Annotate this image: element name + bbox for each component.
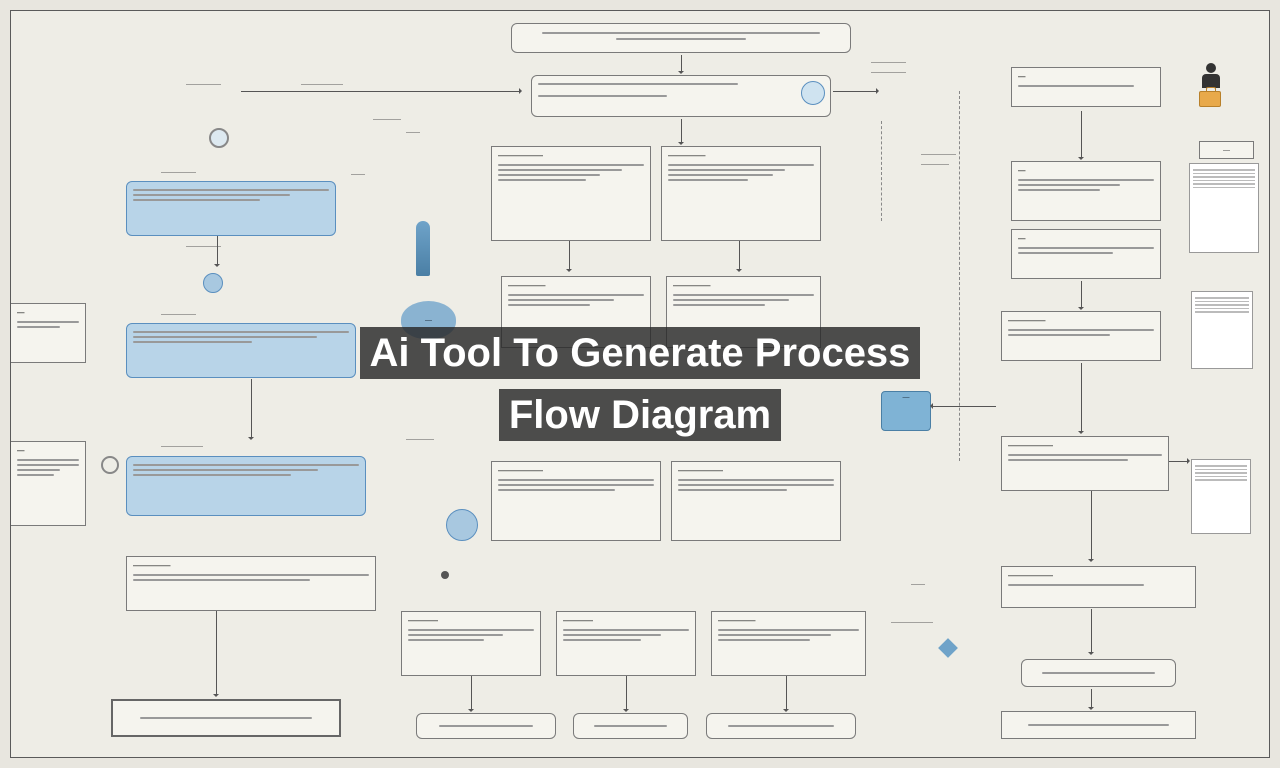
arrow-center-1 <box>569 241 570 271</box>
arrow-bottom-1 <box>471 676 472 711</box>
arrow-bottom-2 <box>626 676 627 711</box>
arrow-center-2 <box>739 241 740 271</box>
arrow-right-stack <box>1081 281 1082 309</box>
arrow-top-down <box>681 55 682 73</box>
label-top-left-1: ————— <box>186 81 221 88</box>
label-top-left-3: ———— <box>373 116 401 123</box>
label-upper-right: ————— <box>871 59 906 66</box>
arrow-bottom-3 <box>786 676 787 711</box>
center-lower-1: —————— <box>491 461 661 541</box>
label-mid-2: ————— <box>921 151 956 158</box>
ring-icon-2 <box>101 456 119 474</box>
briefcase-icon <box>1199 91 1221 107</box>
left-box-4: ————— <box>126 556 376 611</box>
circle-node-small <box>203 273 223 293</box>
far-left-box: — <box>11 303 86 363</box>
top-right-box-3: — <box>1011 229 1161 279</box>
center-lower-2: —————— <box>671 461 841 541</box>
right-document <box>1189 163 1259 253</box>
arrow-top-down-2 <box>681 119 682 144</box>
bottom-left-terminal <box>111 699 341 737</box>
right-document-3 <box>1191 459 1251 534</box>
right-lower-box-1: —————— <box>1001 566 1196 608</box>
arrow-right-down-1 <box>1091 491 1092 561</box>
funnel-icon <box>416 221 430 276</box>
left-blue-box-1 <box>126 181 336 236</box>
bottom-label-3 <box>706 713 856 739</box>
label-bottom-right: —————— <box>891 619 933 626</box>
top-right-box-2: — <box>1011 161 1161 221</box>
label-top-left-2: —————— <box>301 81 343 88</box>
ring-icon-1 <box>209 128 229 148</box>
bottom-label-2 <box>573 713 688 739</box>
label-left-3: ————— <box>161 311 196 318</box>
top-header-box <box>511 23 851 53</box>
circle-node-1 <box>446 509 478 541</box>
right-terminal <box>1001 711 1196 739</box>
title-overlay: Ai Tool To Generate Process Flow Diagram <box>320 322 960 446</box>
right-small-label: — <box>1199 141 1254 159</box>
label-mid-small: —— <box>911 581 925 588</box>
far-left-box-2: — <box>11 441 86 526</box>
upper-process-box <box>531 75 831 117</box>
diamond-small <box>938 638 958 658</box>
left-blue-box-3 <box>126 456 366 516</box>
right-document-2 <box>1191 291 1253 369</box>
dot-node <box>441 571 449 579</box>
bottom-label-1 <box>416 713 556 739</box>
arrow-v-1 <box>217 236 218 266</box>
label-left-2: ————— <box>186 243 221 250</box>
bottom-box-2: ———— <box>556 611 696 676</box>
arrow-right-down-2 <box>1091 609 1092 654</box>
label-left-1: ————— <box>161 169 196 176</box>
top-right-box-1: — <box>1011 67 1161 107</box>
label-upper-right-2: ————— <box>871 69 906 76</box>
arrow-right-stack-2 <box>1081 363 1082 433</box>
right-mid-box-2: —————— <box>1001 436 1169 491</box>
arrow-h-top-2 <box>833 91 878 92</box>
label-mid-3: ———— <box>921 161 949 168</box>
arrow-h-top <box>241 91 521 92</box>
arrow-left-mid <box>251 379 252 439</box>
upper-process-icon <box>801 81 825 105</box>
arrow-h-right-doc <box>1169 461 1189 462</box>
arrow-left-down <box>216 611 217 696</box>
right-mid-box-1: ————— <box>1001 311 1161 361</box>
title-text: Ai Tool To Generate Process Flow Diagram <box>360 327 921 441</box>
arrow-right-down-3 <box>1091 689 1092 709</box>
label-top-left-4: —— <box>406 129 420 136</box>
label-left-4: —————— <box>161 443 203 450</box>
arrow-right-top <box>1081 111 1082 159</box>
bottom-box-3: ————— <box>711 611 866 676</box>
right-lower-box-2 <box>1021 659 1176 687</box>
label-mid-4: —— <box>351 171 365 178</box>
dotted-divider-2 <box>881 121 882 221</box>
bottom-box-1: ———— <box>401 611 541 676</box>
center-box-1: —————— <box>491 146 651 241</box>
center-box-2: ————— <box>661 146 821 241</box>
